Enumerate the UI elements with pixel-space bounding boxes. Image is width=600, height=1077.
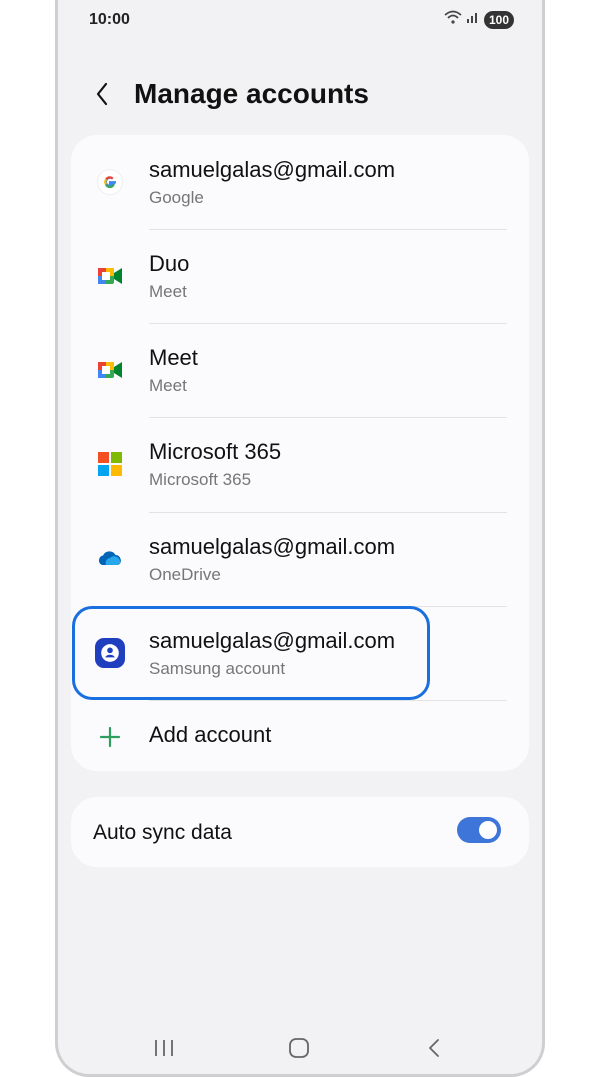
samsung-account-icon: [95, 638, 125, 668]
account-email: samuelgalas@gmail.com: [149, 157, 396, 182]
account-name: Microsoft 365: [149, 439, 282, 464]
account-type: Meet: [149, 376, 187, 395]
battery-badge: 100: [483, 10, 514, 29]
google-icon: [95, 167, 125, 197]
account-row-onedrive[interactable]: samuelgalas@gmail.com OneDrive: [71, 512, 529, 606]
recent-apps-button[interactable]: [149, 1036, 179, 1060]
home-button[interactable]: [284, 1036, 314, 1060]
account-type: Microsoft 365: [149, 470, 252, 489]
page-title: Manage accounts: [134, 78, 369, 109]
back-button[interactable]: [92, 79, 112, 109]
onedrive-icon: [95, 544, 125, 574]
home-icon: [289, 1038, 309, 1058]
microsoft-icon: [95, 449, 125, 479]
chevron-left-icon: [96, 82, 108, 106]
sync-card: Auto sync data: [71, 797, 529, 867]
account-row-microsoft-365[interactable]: Microsoft 365 Microsoft 365: [71, 417, 529, 511]
back-nav-icon: [429, 1039, 439, 1057]
wifi-icon: [444, 10, 462, 29]
navigation-bar: [55, 1028, 545, 1068]
recent-apps-icon: [155, 1040, 173, 1056]
account-row-duo[interactable]: Duo Meet: [71, 229, 529, 323]
account-type: OneDrive: [149, 565, 221, 584]
app-header: Manage accounts: [92, 78, 369, 110]
auto-sync-label: Auto sync data: [93, 821, 232, 844]
signal-icon: [466, 10, 480, 29]
add-account-label: Add account: [149, 722, 272, 747]
back-nav-button[interactable]: [419, 1036, 449, 1060]
account-name: Duo: [149, 251, 190, 276]
plus-icon: [95, 722, 125, 752]
auto-sync-toggle[interactable]: [457, 817, 501, 843]
account-type: Meet: [149, 282, 187, 301]
account-row-samsung[interactable]: samuelgalas@gmail.com Samsung account: [71, 606, 529, 700]
meet-icon: [95, 261, 125, 291]
account-row-meet[interactable]: Meet Meet: [71, 323, 529, 417]
add-account-button[interactable]: Add account: [71, 700, 529, 770]
account-name: Meet: [149, 345, 198, 370]
account-row-google[interactable]: samuelgalas@gmail.com Google: [71, 135, 529, 229]
status-icons: 100: [444, 10, 514, 29]
status-time: 10:00: [89, 11, 130, 28]
meet-icon: [95, 355, 125, 385]
accounts-card: samuelgalas@gmail.com Google Duo Meet Me…: [71, 135, 529, 771]
toggle-knob: [479, 821, 497, 839]
account-email: samuelgalas@gmail.com: [149, 628, 396, 653]
account-email: samuelgalas@gmail.com: [149, 534, 396, 559]
account-type: Google: [149, 188, 204, 207]
account-type: Samsung account: [149, 659, 286, 678]
